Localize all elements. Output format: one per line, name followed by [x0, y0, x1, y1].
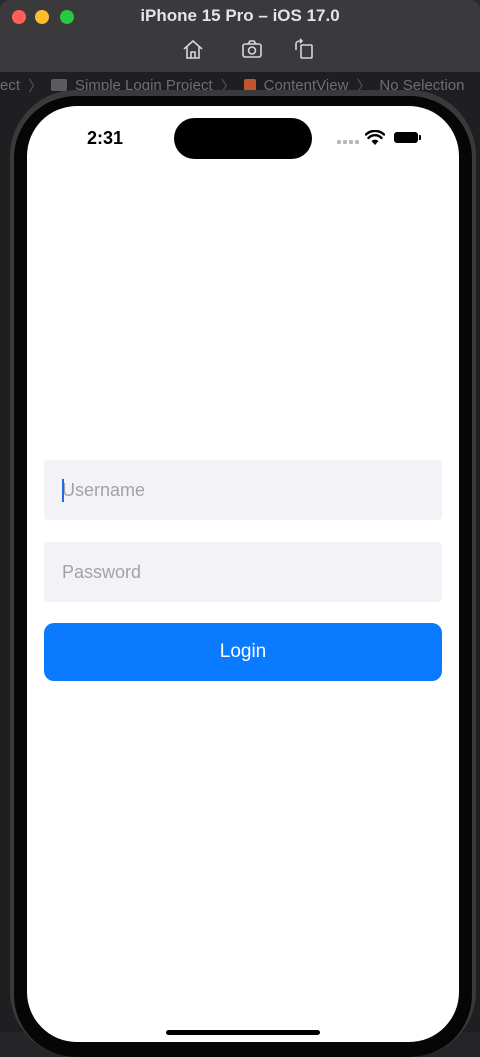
password-field[interactable]: Password [44, 542, 442, 602]
simulator-title: iPhone 15 Pro – iOS 17.0 [140, 6, 340, 25]
wifi-icon [365, 130, 385, 145]
chevron-right-icon: 〉 [28, 77, 44, 95]
status-time: 2:31 [87, 128, 124, 148]
login-button[interactable]: Login [44, 623, 442, 681]
password-placeholder: Password [62, 561, 142, 582]
home-icon[interactable] [181, 38, 205, 60]
home-indicator[interactable] [166, 1030, 320, 1035]
battery-icon [394, 132, 421, 143]
username-field[interactable]: Username [44, 460, 442, 520]
cellular-signal-icon [337, 140, 359, 144]
text-caret [62, 479, 64, 502]
dynamic-island [174, 118, 312, 159]
screenshot-icon[interactable] [240, 38, 264, 60]
username-placeholder: Username [62, 479, 146, 500]
rotate-icon[interactable] [292, 38, 316, 60]
login-button-label: Login [219, 641, 267, 662]
simulator-titlebar: iPhone 15 Pro – iOS 17.0 [0, 0, 480, 73]
folder-icon [51, 79, 68, 91]
phone-screen: 2:31 Username Password Login [27, 106, 459, 1042]
breadcrumb-item: ect [0, 76, 21, 94]
